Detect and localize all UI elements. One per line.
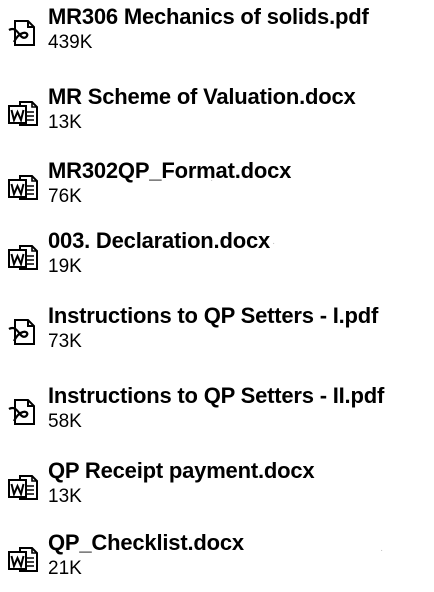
- attachment-filename[interactable]: QP Receipt payment.docx: [48, 458, 315, 484]
- attachment-filesize: 13K: [48, 112, 82, 133]
- attachment-filesize: 13K: [48, 486, 82, 507]
- pdf-file-icon: [6, 18, 40, 48]
- attachment-filename[interactable]: Instructions to QP Setters - II.pdf: [48, 383, 384, 409]
- attachment-item-instructions-ii[interactable]: Instructions to QP Setters - II.pdf 58K: [6, 383, 434, 445]
- attachment-filename[interactable]: MR302QP_Format.docx: [48, 158, 291, 184]
- word-document-icon: [6, 98, 40, 128]
- word-document-icon: [6, 172, 40, 202]
- scan-speck: ·: [272, 238, 276, 249]
- attachment-item-mechanics-of-solids[interactable]: MR306 Mechanics of solids.pdf 439K: [6, 4, 434, 66]
- attachment-filename[interactable]: 003. Declaration.docx: [48, 228, 270, 254]
- word-document-icon: [6, 544, 40, 574]
- word-document-icon: [6, 472, 40, 502]
- attachment-item-declaration[interactable]: 003. Declaration.docx 19K: [6, 228, 434, 290]
- attachment-item-instructions-i[interactable]: Instructions to QP Setters - I.pdf 73K: [6, 303, 434, 365]
- attachment-filename[interactable]: MR Scheme of Valuation.docx: [48, 84, 356, 110]
- attachment-filesize: 58K: [48, 411, 82, 432]
- attachment-filename[interactable]: MR306 Mechanics of solids.pdf: [48, 4, 369, 30]
- attachment-filename[interactable]: Instructions to QP Setters - I.pdf: [48, 303, 378, 329]
- pdf-file-icon: [6, 397, 40, 427]
- pdf-file-icon: [6, 317, 40, 347]
- attachment-filesize: 73K: [48, 331, 82, 352]
- scan-speck: ·: [380, 545, 384, 556]
- scan-speck: ·: [210, 175, 214, 186]
- attachment-item-scheme-of-valuation[interactable]: MR Scheme of Valuation.docx 13K: [6, 84, 434, 146]
- attachment-filesize: 439K: [48, 32, 93, 53]
- attachment-item-qp-format[interactable]: MR302QP_Format.docx 76K: [6, 158, 434, 220]
- attachment-filesize: 76K: [48, 186, 82, 207]
- attachment-filesize: 19K: [48, 256, 82, 277]
- attachment-list: MR306 Mechanics of solids.pdf 439K MR Sc…: [0, 0, 434, 585]
- attachment-item-receipt-payment[interactable]: QP Receipt payment.docx 13K: [6, 458, 434, 520]
- word-document-icon: [6, 242, 40, 272]
- attachment-item-checklist[interactable]: QP_Checklist.docx 21K: [6, 530, 434, 592]
- attachment-filesize: 21K: [48, 558, 82, 579]
- attachment-filename[interactable]: QP_Checklist.docx: [48, 530, 244, 556]
